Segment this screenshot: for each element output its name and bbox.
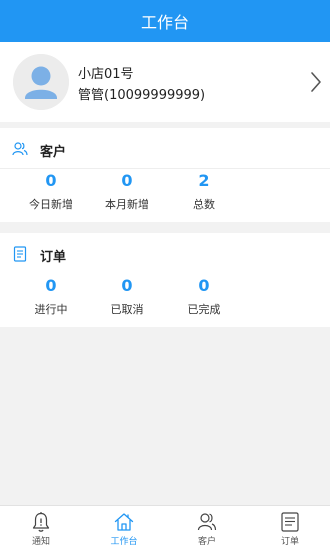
order-section-title: 订单: [40, 250, 67, 265]
stat-value: 0: [121, 171, 133, 190]
page-title: 工作台: [140, 13, 189, 32]
user-avatar-icon: [13, 54, 69, 110]
tab-label: 通知: [31, 537, 50, 547]
divider: [0, 168, 330, 169]
document-icon: [280, 511, 300, 533]
store-name: 小店01号: [78, 67, 134, 82]
tab-label: 订单: [280, 537, 299, 547]
bell-icon: [31, 511, 51, 533]
stat-month-new-customers[interactable]: 0 本月新增: [87, 170, 167, 212]
stat-value: 0: [198, 276, 210, 295]
customer-section-title: 客户: [40, 145, 67, 160]
tab-orders[interactable]: 订单: [249, 506, 330, 551]
users-icon: [12, 141, 28, 157]
stat-total-customers[interactable]: 2 总数: [164, 170, 244, 212]
stat-value: 0: [45, 171, 57, 190]
stat-label: 已取消: [110, 303, 144, 316]
home-icon: [114, 511, 134, 533]
customer-section: 客户 0 今日新增 0 本月新增 2 总数: [0, 128, 330, 222]
stat-value: 0: [45, 276, 57, 295]
order-section: 订单 0 进行中 0 已取消 0 已完成: [0, 233, 330, 327]
stat-orders-cancelled[interactable]: 0 已取消: [87, 275, 167, 317]
app-header: 工作台: [0, 0, 330, 42]
tab-customers[interactable]: 客户: [166, 506, 248, 551]
bottom-tab-bar: 通知 工作台 客户 订单: [0, 505, 330, 551]
stat-today-new-customers[interactable]: 0 今日新增: [11, 170, 91, 212]
order-section-header: 订单: [0, 233, 330, 273]
stat-label: 今日新增: [29, 198, 73, 211]
stat-label: 已完成: [187, 303, 221, 316]
stat-label: 总数: [193, 198, 215, 211]
account-info: 管管(10099999999): [78, 88, 206, 103]
stat-value: 2: [198, 171, 210, 190]
tab-label: 工作台: [110, 537, 138, 547]
users-icon: [197, 511, 217, 533]
stat-label: 本月新增: [105, 198, 149, 211]
chevron-right-icon[interactable]: [310, 71, 322, 93]
customer-section-header: 客户: [0, 128, 330, 168]
tab-workbench[interactable]: 工作台: [83, 506, 165, 551]
stat-orders-completed[interactable]: 0 已完成: [164, 275, 244, 317]
stat-label: 进行中: [34, 303, 68, 316]
tab-label: 客户: [197, 537, 216, 547]
document-icon: [12, 246, 28, 262]
tab-notifications[interactable]: 通知: [0, 506, 82, 551]
stat-orders-in-progress[interactable]: 0 进行中: [11, 275, 91, 317]
store-profile-card[interactable]: 小店01号 管管(10099999999): [0, 42, 330, 122]
stat-value: 0: [121, 276, 133, 295]
